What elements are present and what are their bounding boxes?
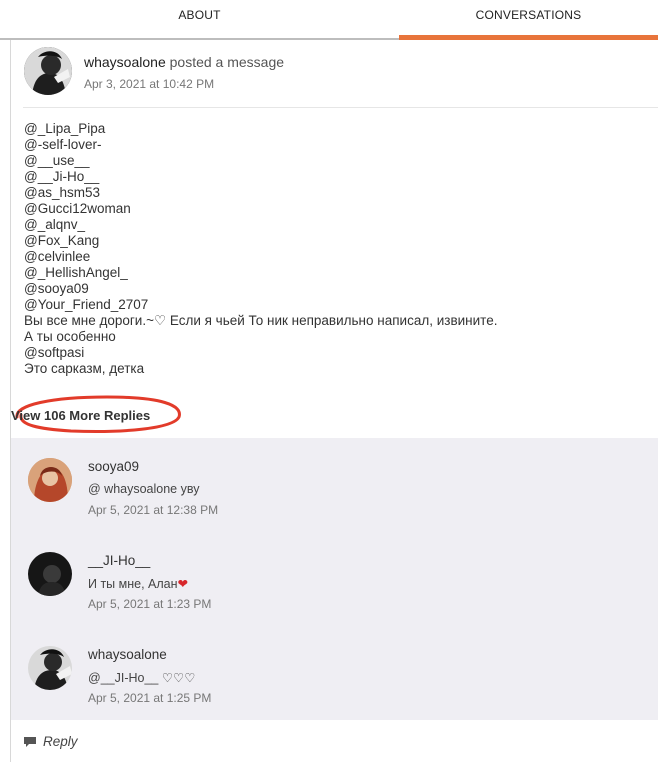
post-line: @Fox_Kang	[24, 233, 100, 248]
post-line: @celvinlee	[24, 249, 91, 264]
post-body: @_Lipa_Pipa @-self-lover- @__use__ @__Ji-Ho…	[24, 121, 644, 377]
reply-item: __JI-Ho__ И ты мне, Алан❤ Apr 5, 2021 at…	[11, 532, 658, 622]
speech-bubble-icon[interactable]	[24, 737, 36, 747]
author-avatar[interactable]	[24, 47, 72, 95]
reply-bar: Reply	[11, 720, 658, 762]
reply-author[interactable]: __JI-Ho__	[88, 553, 150, 568]
post-line: А ты особенно	[24, 329, 116, 344]
heart-icon: ❤	[177, 577, 189, 591]
tab-bar: ABOUT CONVERSATIONS	[0, 0, 658, 40]
conversation-card: whaysoalone posted a message Apr 3, 2021…	[10, 40, 658, 762]
reply-text: @ whaysoalone уву	[88, 482, 200, 496]
post-line: Это сарказм, детка	[24, 361, 145, 376]
reply-avatar[interactable]	[28, 646, 72, 690]
reply-timestamp: Apr 5, 2021 at 1:23 PM	[88, 597, 212, 611]
post-action-text: posted a message	[169, 54, 285, 70]
view-more-replies-link[interactable]: View 106 More Replies	[11, 408, 150, 423]
post-line: @_HellishAngel_	[24, 265, 128, 280]
reply-text: @__JI-Ho__ ♡♡♡	[88, 671, 196, 685]
reply-avatar[interactable]	[28, 458, 72, 502]
reply-timestamp: Apr 5, 2021 at 12:38 PM	[88, 503, 219, 517]
reply-timestamp: Apr 5, 2021 at 1:25 PM	[88, 691, 212, 705]
post-line: @-self-lover-	[24, 137, 102, 152]
post-line: Вы все мне дороги.~♡ Если я чьей То ник …	[24, 313, 498, 328]
reply-item: whaysoalone @__JI-Ho__ ♡♡♡ Apr 5, 2021 a…	[11, 626, 658, 716]
post-author-name[interactable]: whaysoalone	[84, 54, 166, 70]
replies-list: sooya09 @ whaysoalone уву Apr 5, 2021 at…	[11, 438, 658, 720]
tab-conversations[interactable]: CONVERSATIONS	[399, 0, 658, 36]
reply-text: И ты мне, Алан❤	[88, 576, 188, 591]
post-line: @_alqnv_	[24, 217, 85, 232]
post-line: @softpasi	[24, 345, 85, 360]
tab-about[interactable]: ABOUT	[0, 0, 399, 36]
post-line: @Your_Friend_2707	[24, 297, 149, 312]
reply-button[interactable]: Reply	[43, 734, 78, 749]
post-line: @Gucci12woman	[24, 201, 131, 216]
post-line: @_Lipa_Pipa	[24, 121, 106, 136]
reply-avatar[interactable]	[28, 552, 72, 596]
reply-author[interactable]: sooya09	[88, 459, 139, 474]
post-divider	[23, 107, 658, 108]
post-author-line: whaysoalone posted a message	[84, 54, 284, 70]
post-line: @as_hsm53	[24, 185, 100, 200]
post-timestamp: Apr 3, 2021 at 10:42 PM	[84, 77, 215, 91]
post-line: @__Ji-Ho__	[24, 169, 100, 184]
post-line: @sooya09	[24, 281, 89, 296]
reply-author[interactable]: whaysoalone	[88, 647, 167, 662]
post-line: @__use__	[24, 153, 90, 168]
reply-text-body: И ты мне, Алан	[88, 577, 178, 591]
reply-item: sooya09 @ whaysoalone уву Apr 5, 2021 at…	[11, 438, 658, 528]
